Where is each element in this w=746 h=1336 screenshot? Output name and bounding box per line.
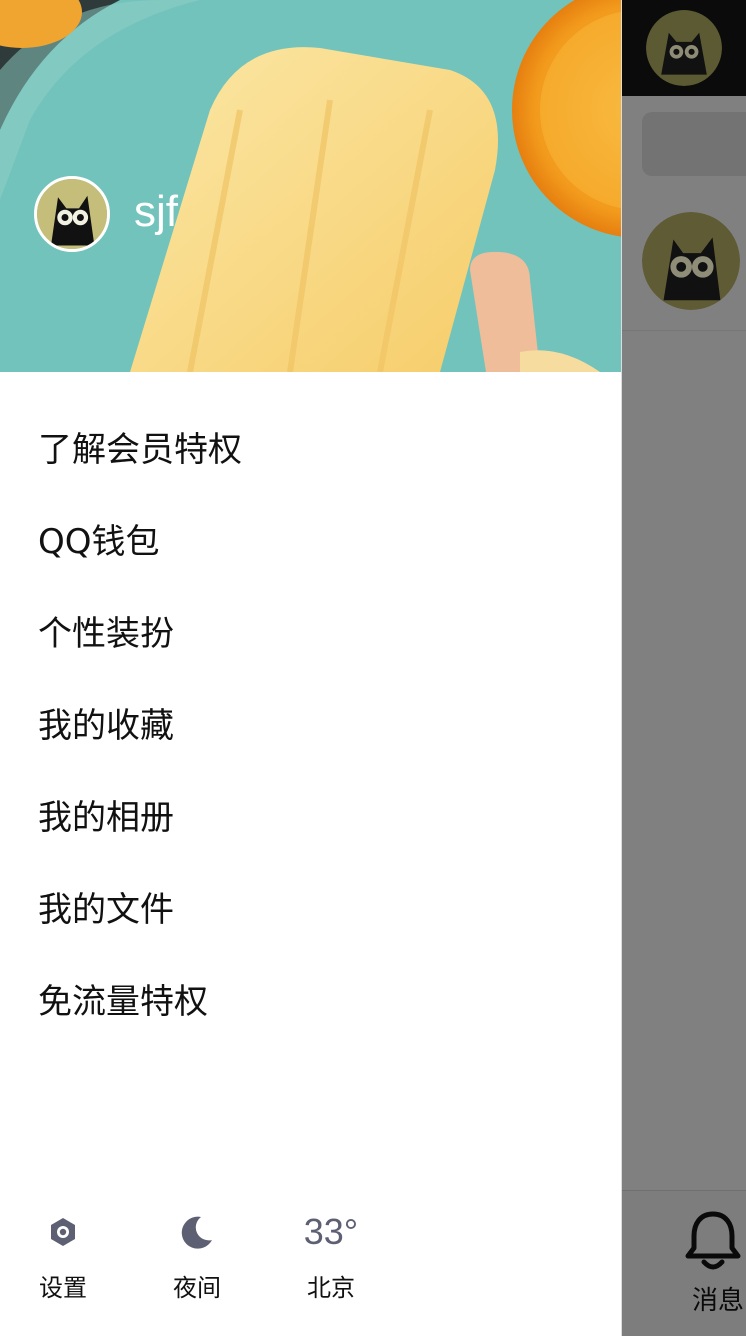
drawer-header: sjf [0,0,621,372]
search-bar[interactable] [642,112,746,176]
weather-city-label: 北京 [307,1274,355,1302]
drawer-menu: 了解会员特权 QQ钱包 个性装扮 我的收藏 我的相册 我的文件 免流量特权 [0,400,621,1044]
night-mode-label: 夜间 [173,1274,221,1302]
cat-avatar-icon [642,212,740,310]
tab-messages-label: 消息 [692,1286,745,1316]
gear-icon [51,1218,75,1246]
night-mode-button[interactable]: 夜间 [152,1200,242,1310]
weather-temperature: 33° [303,1211,359,1252]
menu-item-qq-wallet[interactable]: QQ钱包 [0,492,621,584]
profile-name[interactable]: sjf [134,190,178,234]
settings-label: 设置 [39,1274,87,1302]
cat-avatar-icon [646,10,722,86]
menu-item-free-data[interactable]: 免流量特权 [0,952,621,1044]
settings-button[interactable]: 设置 [18,1200,108,1310]
menu-item-personal-themes[interactable]: 个性装扮 [0,584,621,676]
menu-item-my-files[interactable]: 我的文件 [0,860,621,952]
top-bar-avatar[interactable] [646,10,722,86]
screen: 消息 sjf 了解会员特权 QQ钱包 个性装扮 我的收藏 我的相册 我的文件 免… [0,0,746,1336]
menu-item-favorites[interactable]: 我的收藏 [0,676,621,768]
side-drawer: sjf 了解会员特权 QQ钱包 个性装扮 我的收藏 我的相册 我的文件 免流量特… [0,0,622,1336]
moon-icon [181,1216,212,1249]
list-divider [622,330,746,331]
weather-button[interactable]: 33° 北京 [286,1200,376,1310]
conversation-avatar[interactable] [642,212,740,310]
cat-avatar-icon [37,179,107,249]
menu-item-vip-privileges[interactable]: 了解会员特权 [0,400,621,492]
menu-item-photo-album[interactable]: 我的相册 [0,768,621,860]
bell-icon [685,1211,741,1270]
drawer-bottom-bar: 设置 夜间 33° 北京 [0,1200,621,1336]
profile-avatar[interactable] [34,176,110,252]
